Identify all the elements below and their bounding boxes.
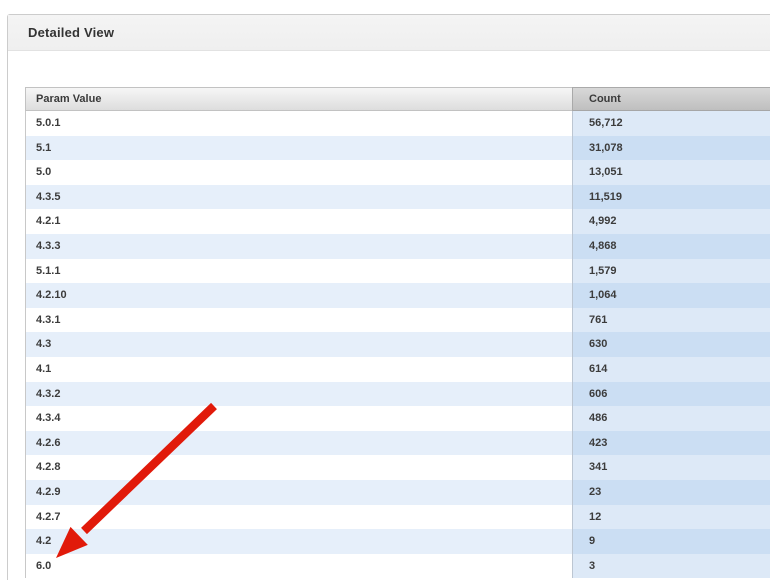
count-cell: 31,078: [572, 135, 770, 161]
table-row[interactable]: 4.2 9: [25, 529, 770, 554]
count-cell: 11,519: [572, 184, 770, 210]
count-cell: 23: [572, 479, 770, 505]
column-header-count[interactable]: Count: [572, 87, 770, 111]
table-row[interactable]: 5.0.1 56,712: [25, 111, 770, 136]
table-row[interactable]: 4.1 614: [25, 356, 770, 382]
table-row[interactable]: 4.2.1 4,992: [25, 209, 770, 234]
param-cell: 4.3.5: [25, 184, 572, 210]
table-row[interactable]: 4.2.10 1,064: [25, 283, 770, 308]
param-cell: 4.3.2: [25, 381, 572, 407]
param-cell: 4.3: [25, 332, 572, 357]
param-cell: 4.3.4: [25, 406, 572, 431]
table-row[interactable]: 4.3.4 486: [25, 406, 770, 431]
table-row[interactable]: 4.3 630: [25, 332, 770, 357]
param-cell: 5.0.1: [25, 111, 572, 136]
param-cell: 6.0: [25, 553, 572, 579]
param-cell: 4.2: [25, 529, 572, 554]
table-row[interactable]: 4.3.5 11,519: [25, 184, 770, 210]
table-row[interactable]: 6.0 3: [25, 553, 770, 579]
count-cell: 4,992: [572, 209, 770, 234]
table-row[interactable]: 4.3.1 761: [25, 307, 770, 333]
count-cell: 606: [572, 381, 770, 407]
table-row[interactable]: 4.2.8 341: [25, 455, 770, 480]
detailed-view-panel: Detailed View Param Value Count 5.0.1 56…: [7, 14, 770, 580]
table-row[interactable]: 4.3.3 4,868: [25, 233, 770, 259]
param-cell: 5.1: [25, 135, 572, 161]
count-cell: 761: [572, 307, 770, 333]
param-cell: 4.2.10: [25, 283, 572, 308]
table-row[interactable]: 5.0 13,051: [25, 160, 770, 185]
count-cell: 630: [572, 332, 770, 357]
param-cell: 4.1: [25, 356, 572, 382]
table-row[interactable]: 4.2.7 12: [25, 504, 770, 530]
table-row[interactable]: 5.1.1 1,579: [25, 258, 770, 284]
count-cell: 9: [572, 529, 770, 554]
count-cell: 13,051: [572, 160, 770, 185]
count-cell: 3: [572, 553, 770, 579]
count-cell: 1,064: [572, 283, 770, 308]
table-header-row: Param Value Count: [25, 87, 770, 111]
count-cell: 1,579: [572, 258, 770, 284]
table-row[interactable]: 5.1 31,078: [25, 135, 770, 161]
count-cell: 341: [572, 455, 770, 480]
count-cell: 4,868: [572, 233, 770, 259]
param-count-table: Param Value Count 5.0.1 56,712 5.1 31,07…: [25, 87, 770, 579]
count-cell: 486: [572, 406, 770, 431]
param-cell: 5.0: [25, 160, 572, 185]
table-row[interactable]: 4.3.2 606: [25, 381, 770, 407]
panel-title: Detailed View: [28, 25, 115, 40]
column-header-param-value[interactable]: Param Value: [25, 87, 572, 111]
param-cell: 4.2.7: [25, 504, 572, 530]
count-cell: 12: [572, 504, 770, 530]
param-cell: 4.2.1: [25, 209, 572, 234]
param-cell: 4.2.9: [25, 479, 572, 505]
param-cell: 4.2.6: [25, 430, 572, 456]
param-cell: 5.1.1: [25, 258, 572, 284]
table-row[interactable]: 4.2.9 23: [25, 479, 770, 505]
param-cell: 4.2.8: [25, 455, 572, 480]
count-cell: 56,712: [572, 111, 770, 136]
param-cell: 4.3.1: [25, 307, 572, 333]
table-body: 5.0.1 56,712 5.1 31,078 5.0 13,051 4.3.5…: [25, 111, 770, 579]
panel-header: Detailed View: [8, 15, 770, 51]
table-row[interactable]: 4.2.6 423: [25, 430, 770, 456]
count-cell: 614: [572, 356, 770, 382]
count-cell: 423: [572, 430, 770, 456]
param-cell: 4.3.3: [25, 233, 572, 259]
